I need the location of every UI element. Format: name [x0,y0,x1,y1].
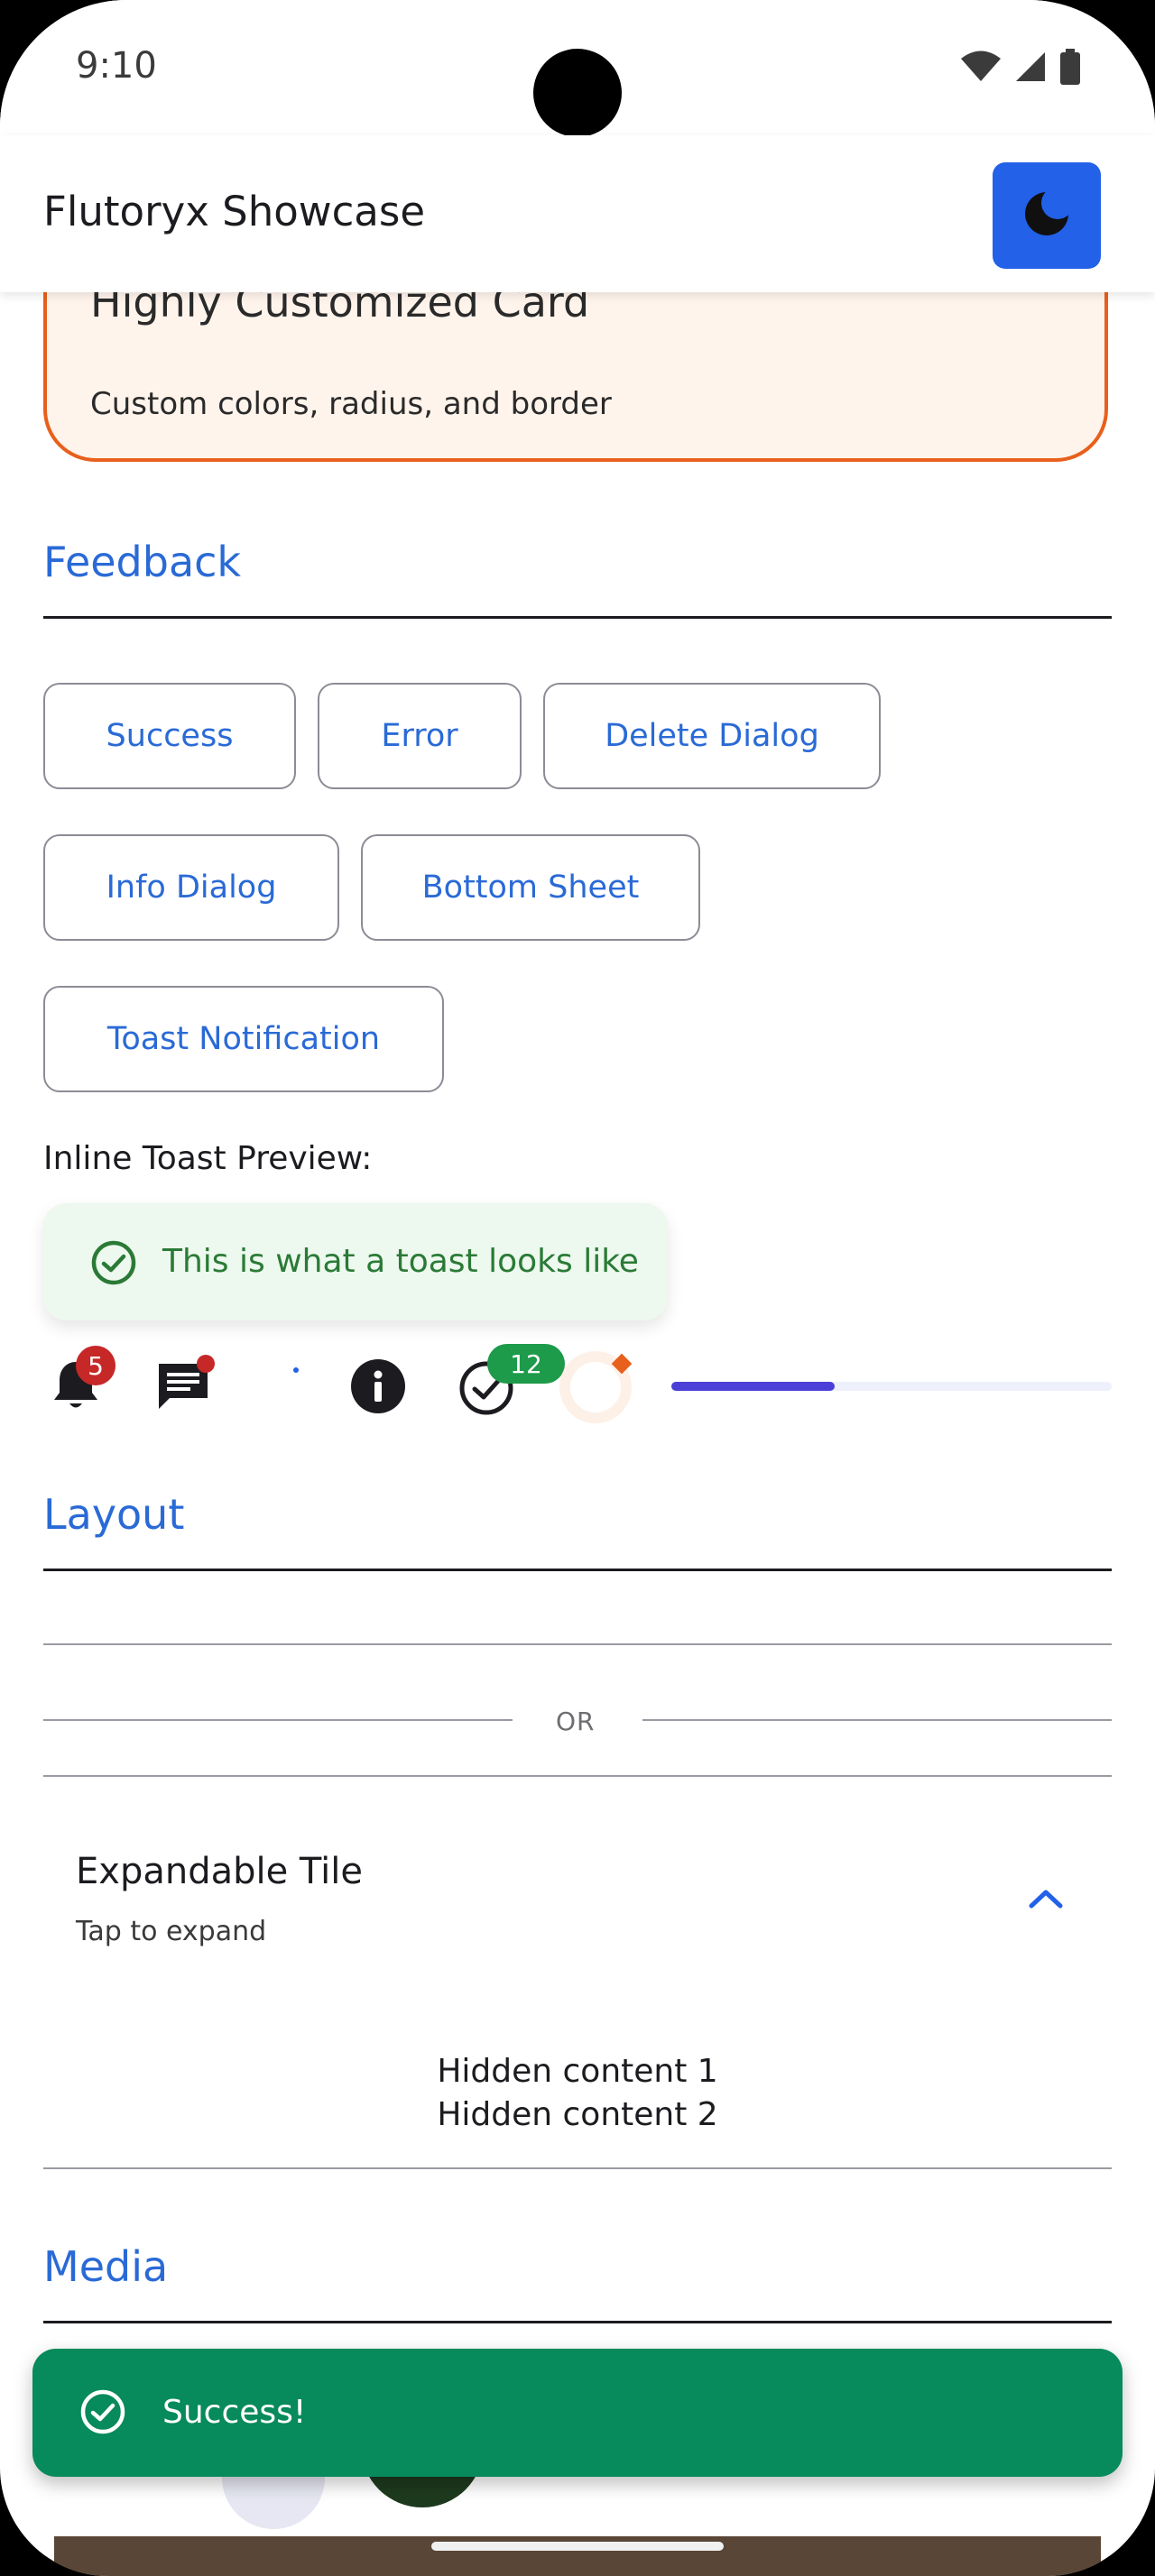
section-title-feedback: Feedback [43,538,242,586]
inline-toast: This is what a toast looks like [43,1203,668,1320]
card-subtitle: Custom colors, radius, and border [90,386,612,422]
hidden-content-line: Hidden content 2 [437,2096,718,2133]
section-title-layout: Layout [43,1490,185,1539]
delete-dialog-button[interactable]: Delete Dialog [543,683,881,789]
check-circle-icon [90,1239,137,1290]
divider-right [642,1719,1112,1721]
section-divider [43,616,1112,619]
hidden-content-line: Hidden content 1 [437,2053,718,2090]
system-icons [960,49,1081,88]
theme-toggle-button[interactable] [993,162,1101,269]
circular-progress [554,1344,644,1438]
phone-screen: Highly Customized Card Custom colors, ra… [0,0,1155,2576]
signal-icon [1014,51,1047,87]
progress-fill [671,1382,835,1391]
success-button[interactable]: Success [43,683,296,789]
app-title: Flutoryx Showcase [43,188,426,235]
app-bar: Flutoryx Showcase [0,135,1155,292]
battery-icon [1059,49,1081,88]
success-snackbar: Success! [32,2349,1123,2477]
chevron-up-icon[interactable] [1027,1885,1065,1914]
divider-left [43,1719,513,1721]
notification-badge: 5 [76,1346,116,1385]
home-indicator[interactable] [431,2542,724,2551]
linear-progress [671,1382,1112,1391]
status-time: 9:10 [76,45,157,87]
section-divider [43,2321,1112,2323]
section-title-media: Media [43,2242,169,2291]
or-label: OR [556,1707,596,1736]
toast-text: This is what a toast looks like [162,1243,639,1280]
bottom-sheet-button[interactable]: Bottom Sheet [361,834,700,941]
snackbar-text: Success! [162,2394,307,2431]
divider [43,1643,1112,1645]
inline-toast-label: Inline Toast Preview: [43,1140,373,1177]
info-dialog-button[interactable]: Info Dialog [43,834,339,941]
camera-cutout [533,49,622,137]
wifi-icon [960,51,1002,87]
unread-dot [197,1355,215,1373]
status-bar: 9:10 [0,0,1155,137]
error-button[interactable]: Error [318,683,522,789]
check-circle-icon [79,2388,126,2439]
info-icon[interactable] [350,1358,406,1418]
moon-icon [1021,187,1074,243]
tile-subtitle: Tap to expand [76,1916,267,1947]
section-divider [43,1569,1112,1571]
tile-title: Expandable Tile [76,1851,363,1892]
toast-notification-button[interactable]: Toast Notification [43,986,444,1092]
loading-dot [293,1367,299,1373]
scroll-content[interactable]: Highly Customized Card Custom colors, ra… [0,0,1155,2576]
tile-bottom-border [43,2167,1112,2169]
